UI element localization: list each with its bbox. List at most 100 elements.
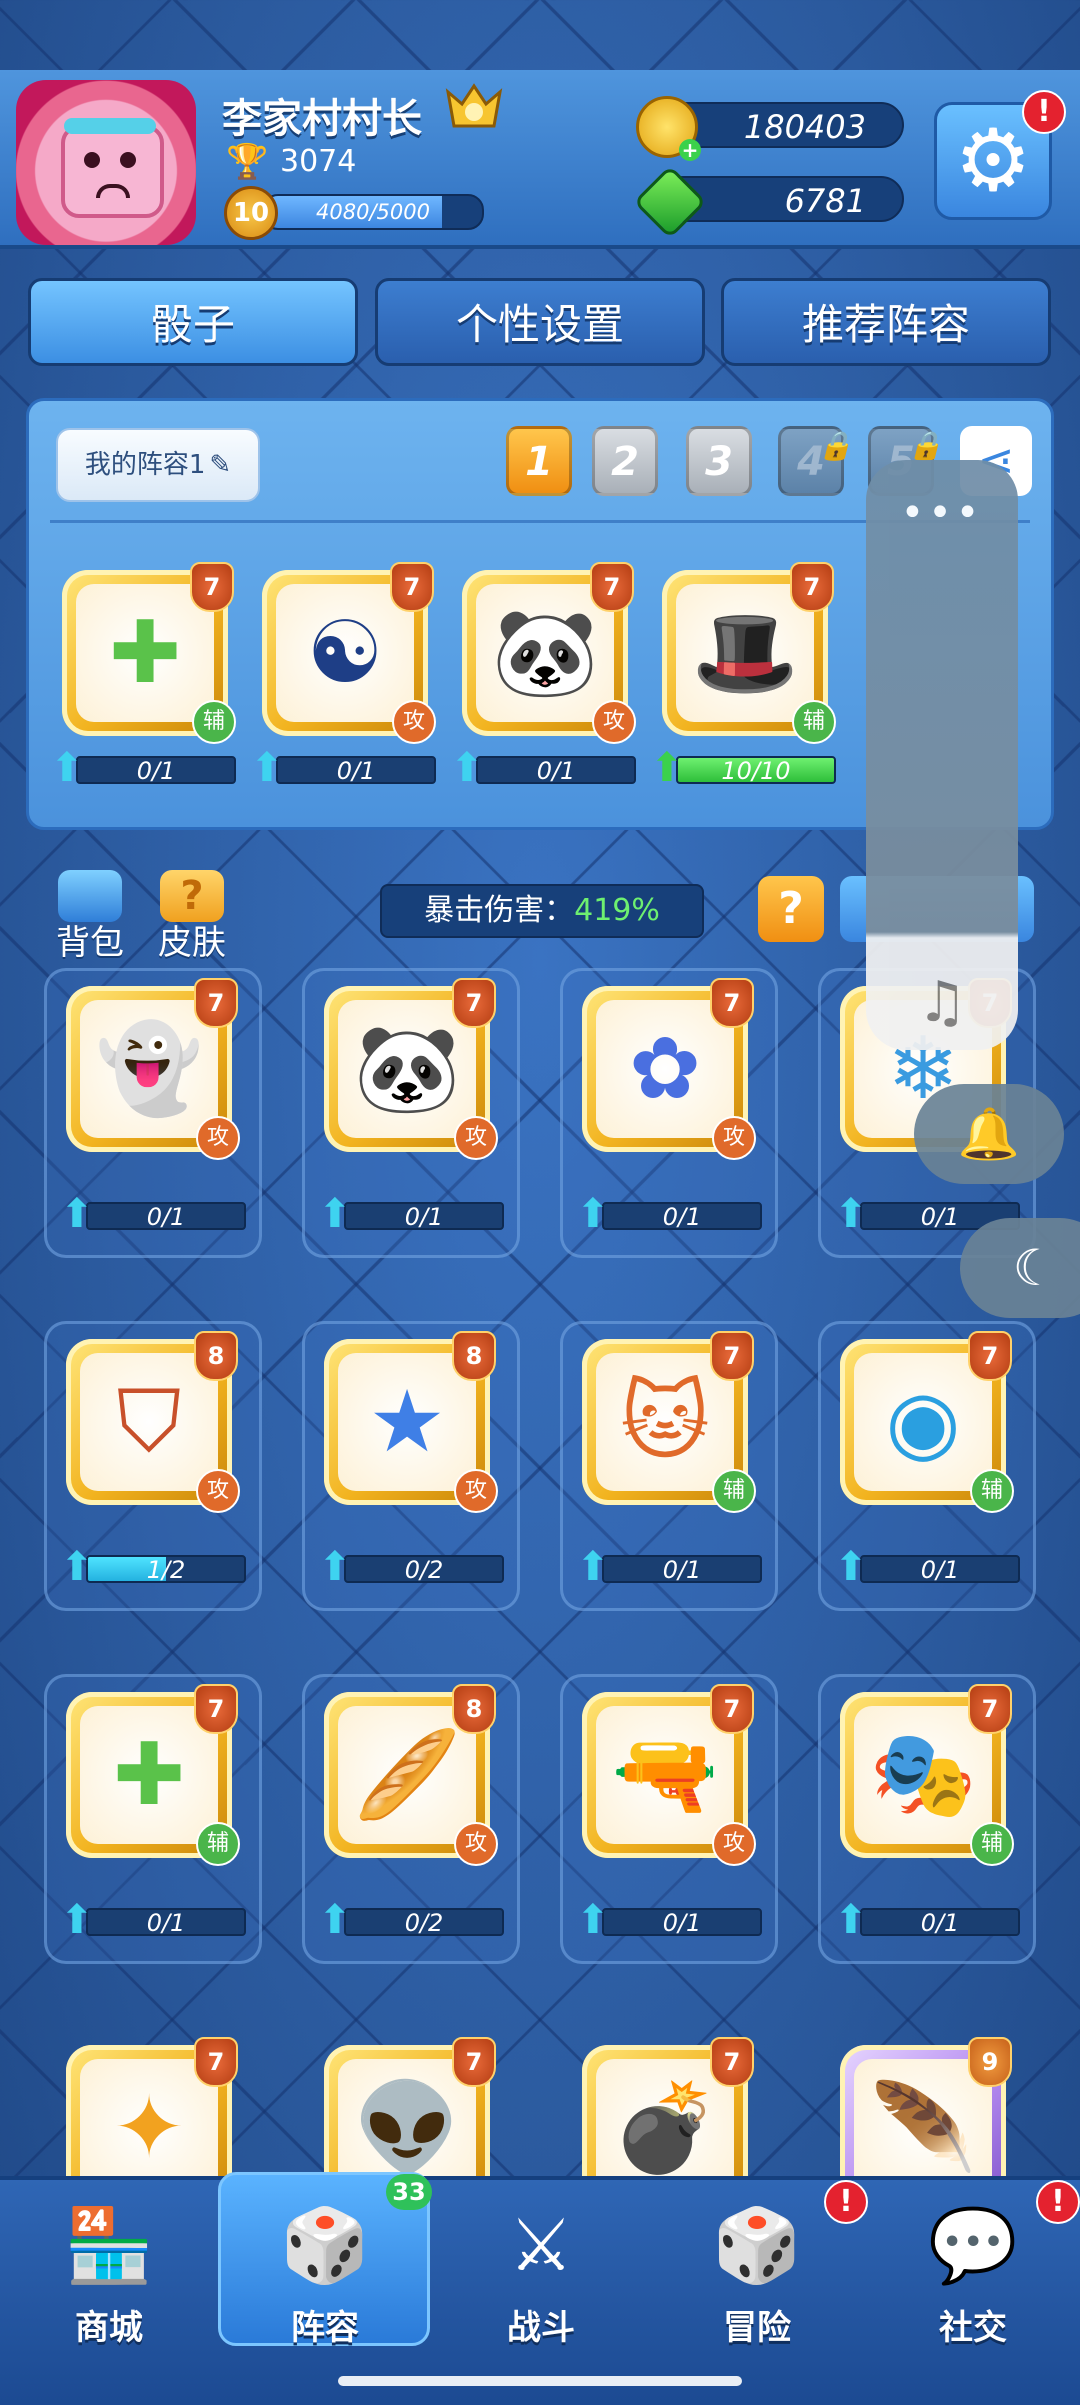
dice-card[interactable]: ✚ 7 辅 xyxy=(66,1684,240,1866)
nav-shop[interactable]: 🏪 商城 xyxy=(4,2190,214,2370)
progress-text: 0/1 xyxy=(136,757,176,784)
bell-icon[interactable]: 🔔 xyxy=(914,1084,1064,1184)
dice-card[interactable]: 🥖 8 攻 xyxy=(324,1684,498,1866)
dice-card[interactable]: 🐼 7 攻 xyxy=(324,978,498,1160)
skin-button[interactable]: ? 皮肤 xyxy=(152,870,232,970)
card-type-badge: 攻 xyxy=(392,700,436,744)
tab-personalization[interactable]: 个性设置 xyxy=(375,278,705,366)
dice-card[interactable]: ◉ 7 辅 xyxy=(840,1331,1014,1513)
upgrade-arrow-icon: ⬆ xyxy=(60,1191,94,1237)
help-button[interactable]: ? xyxy=(758,876,824,942)
progress-text: 0/1 xyxy=(146,1909,186,1936)
upgrade-arrow-icon: ⬆ xyxy=(650,745,684,791)
upgrade-progress: 0/1 ⬆ xyxy=(50,748,236,788)
upgrade-arrow-icon: ⬆ xyxy=(834,1544,868,1590)
moon-icon[interactable]: ☾ xyxy=(960,1218,1080,1318)
lineup-slot-1[interactable]: 1 xyxy=(506,426,572,496)
progress-text: 0/1 xyxy=(920,1556,960,1583)
social-alert-badge: ! xyxy=(1036,2180,1080,2224)
shield-icon: ⛉ xyxy=(80,1353,218,1491)
progress-bar: 0/2 xyxy=(344,1908,504,1936)
card-type-badge: 攻 xyxy=(592,700,636,744)
progress-text: 1/2 xyxy=(146,1556,186,1583)
star-icon: ★ xyxy=(338,1353,476,1491)
crit-label: 暴击伤害： xyxy=(424,893,575,928)
crit-value: 419% xyxy=(574,893,660,928)
dice-card[interactable]: 🐱 7 辅 xyxy=(582,1331,756,1513)
dice-card[interactable]: ★ 8 攻 xyxy=(324,1331,498,1513)
level-badge: 10 xyxy=(224,186,278,240)
progress-bar: 0/1 xyxy=(602,1202,762,1230)
backpack-icon xyxy=(58,870,122,922)
upgrade-progress: 0/1 ⬆ xyxy=(576,1900,762,1940)
nav-social-label: 社交 xyxy=(939,2308,1007,2348)
card-level-badge: 8 xyxy=(194,1331,238,1381)
add-coins-icon[interactable]: + xyxy=(679,139,701,161)
card-type-badge: 辅 xyxy=(970,1469,1014,1513)
card-type-badge: 攻 xyxy=(712,1116,756,1160)
progress-bar: 10/10 xyxy=(676,756,836,784)
dice-card[interactable]: 👻 7 攻 xyxy=(66,978,240,1160)
music-icon[interactable]: ♫ xyxy=(866,970,1018,1035)
player-name: 李家村村长 xyxy=(222,96,422,142)
lineup-slot-2[interactable]: 2 xyxy=(592,426,658,496)
progress-bar: 0/1 xyxy=(860,1555,1020,1583)
dice-card[interactable]: 🔫 7 攻 xyxy=(582,1684,756,1866)
progress-bar: 0/1 xyxy=(344,1202,504,1230)
tab-dice[interactable]: 骰子 xyxy=(28,278,358,366)
dice-card[interactable]: ⛉ 8 攻 xyxy=(66,1331,240,1513)
upgrade-progress: 0/1 ⬆ xyxy=(318,1194,504,1234)
card-level-badge: 7 xyxy=(452,978,496,1028)
card-level-badge: 7 xyxy=(190,562,234,612)
panda-icon: 🐼 xyxy=(338,1000,476,1138)
edit-pencil-icon: ✎ xyxy=(209,450,232,480)
xp-bar: 4080/5000 xyxy=(262,194,484,230)
bag-button[interactable]: 背包 xyxy=(50,870,130,970)
panda-icon: 🐼 xyxy=(476,584,614,722)
player-avatar[interactable] xyxy=(16,80,196,245)
nav-lineup[interactable]: 🎲 阵容 xyxy=(220,2190,430,2370)
progress-text: 0/1 xyxy=(404,1203,444,1230)
progress-text: 0/2 xyxy=(404,1909,444,1936)
yin-yang-icon: ☯ xyxy=(276,584,414,722)
lineup-slot-4[interactable]: 4 🔒 xyxy=(778,426,853,496)
nav-battle[interactable]: ⚔ 战斗 xyxy=(436,2190,646,2370)
card-level-badge: 9 xyxy=(968,2037,1012,2087)
dice-card[interactable]: ✿ 7 攻 xyxy=(582,978,756,1160)
nav-lineup-label: 阵容 xyxy=(291,2308,359,2348)
plus-icon: ✚ xyxy=(80,1706,218,1844)
floating-overlay-panel[interactable]: ••• ♫ xyxy=(866,460,1018,1050)
card-level-badge: 7 xyxy=(790,562,834,612)
lineup-name-button[interactable]: 我的阵容1 ✎ xyxy=(56,428,260,502)
home-indicator[interactable] xyxy=(338,2376,742,2386)
nav-adventure-label: 冒险 xyxy=(723,2308,791,2348)
progress-bar: 0/1 xyxy=(602,1908,762,1936)
dice-card[interactable]: 🎭 7 辅 xyxy=(840,1684,1014,1866)
trophy-count: 3074 xyxy=(280,144,357,179)
coin-icon[interactable]: + xyxy=(636,96,701,161)
card-level-badge: 7 xyxy=(194,2037,238,2087)
dice-card[interactable]: 🐼 7 攻 xyxy=(462,562,636,744)
upgrade-arrow-icon: ⬆ xyxy=(60,1897,94,1943)
dice-card[interactable]: ✚ 7 辅 xyxy=(62,562,236,744)
card-level-badge: 7 xyxy=(590,562,634,612)
skin-label: 皮肤 xyxy=(158,923,226,963)
upgrade-progress: 0/2 ⬆ xyxy=(318,1900,504,1940)
upgrade-progress: 0/1 ⬆ xyxy=(576,1547,762,1587)
flower-icon: ✿ xyxy=(596,1000,734,1138)
progress-bar: 1/2 xyxy=(86,1555,246,1583)
upgrade-arrow-icon: ⬆ xyxy=(318,1897,352,1943)
progress-bar: 0/1 xyxy=(276,756,436,784)
dice-card[interactable]: ☯ 7 攻 xyxy=(262,562,436,744)
tab-recommended-lineup[interactable]: 推荐阵容 xyxy=(721,278,1051,366)
progress-text: 0/1 xyxy=(336,757,376,784)
more-icon[interactable]: ••• xyxy=(866,490,1018,536)
card-level-badge: 7 xyxy=(452,2037,496,2087)
lineup-slot-3[interactable]: 3 xyxy=(686,426,752,496)
progress-text: 0/1 xyxy=(662,1203,702,1230)
lucky-cat-icon: 🐱 xyxy=(596,1353,734,1491)
dice-card[interactable]: 🎩 7 辅 xyxy=(662,562,836,744)
rank-badge-icon[interactable] xyxy=(442,82,506,138)
mask-icon: 🎭 xyxy=(854,1706,992,1844)
upgrade-progress: 10/10 ⬆ xyxy=(650,748,836,788)
